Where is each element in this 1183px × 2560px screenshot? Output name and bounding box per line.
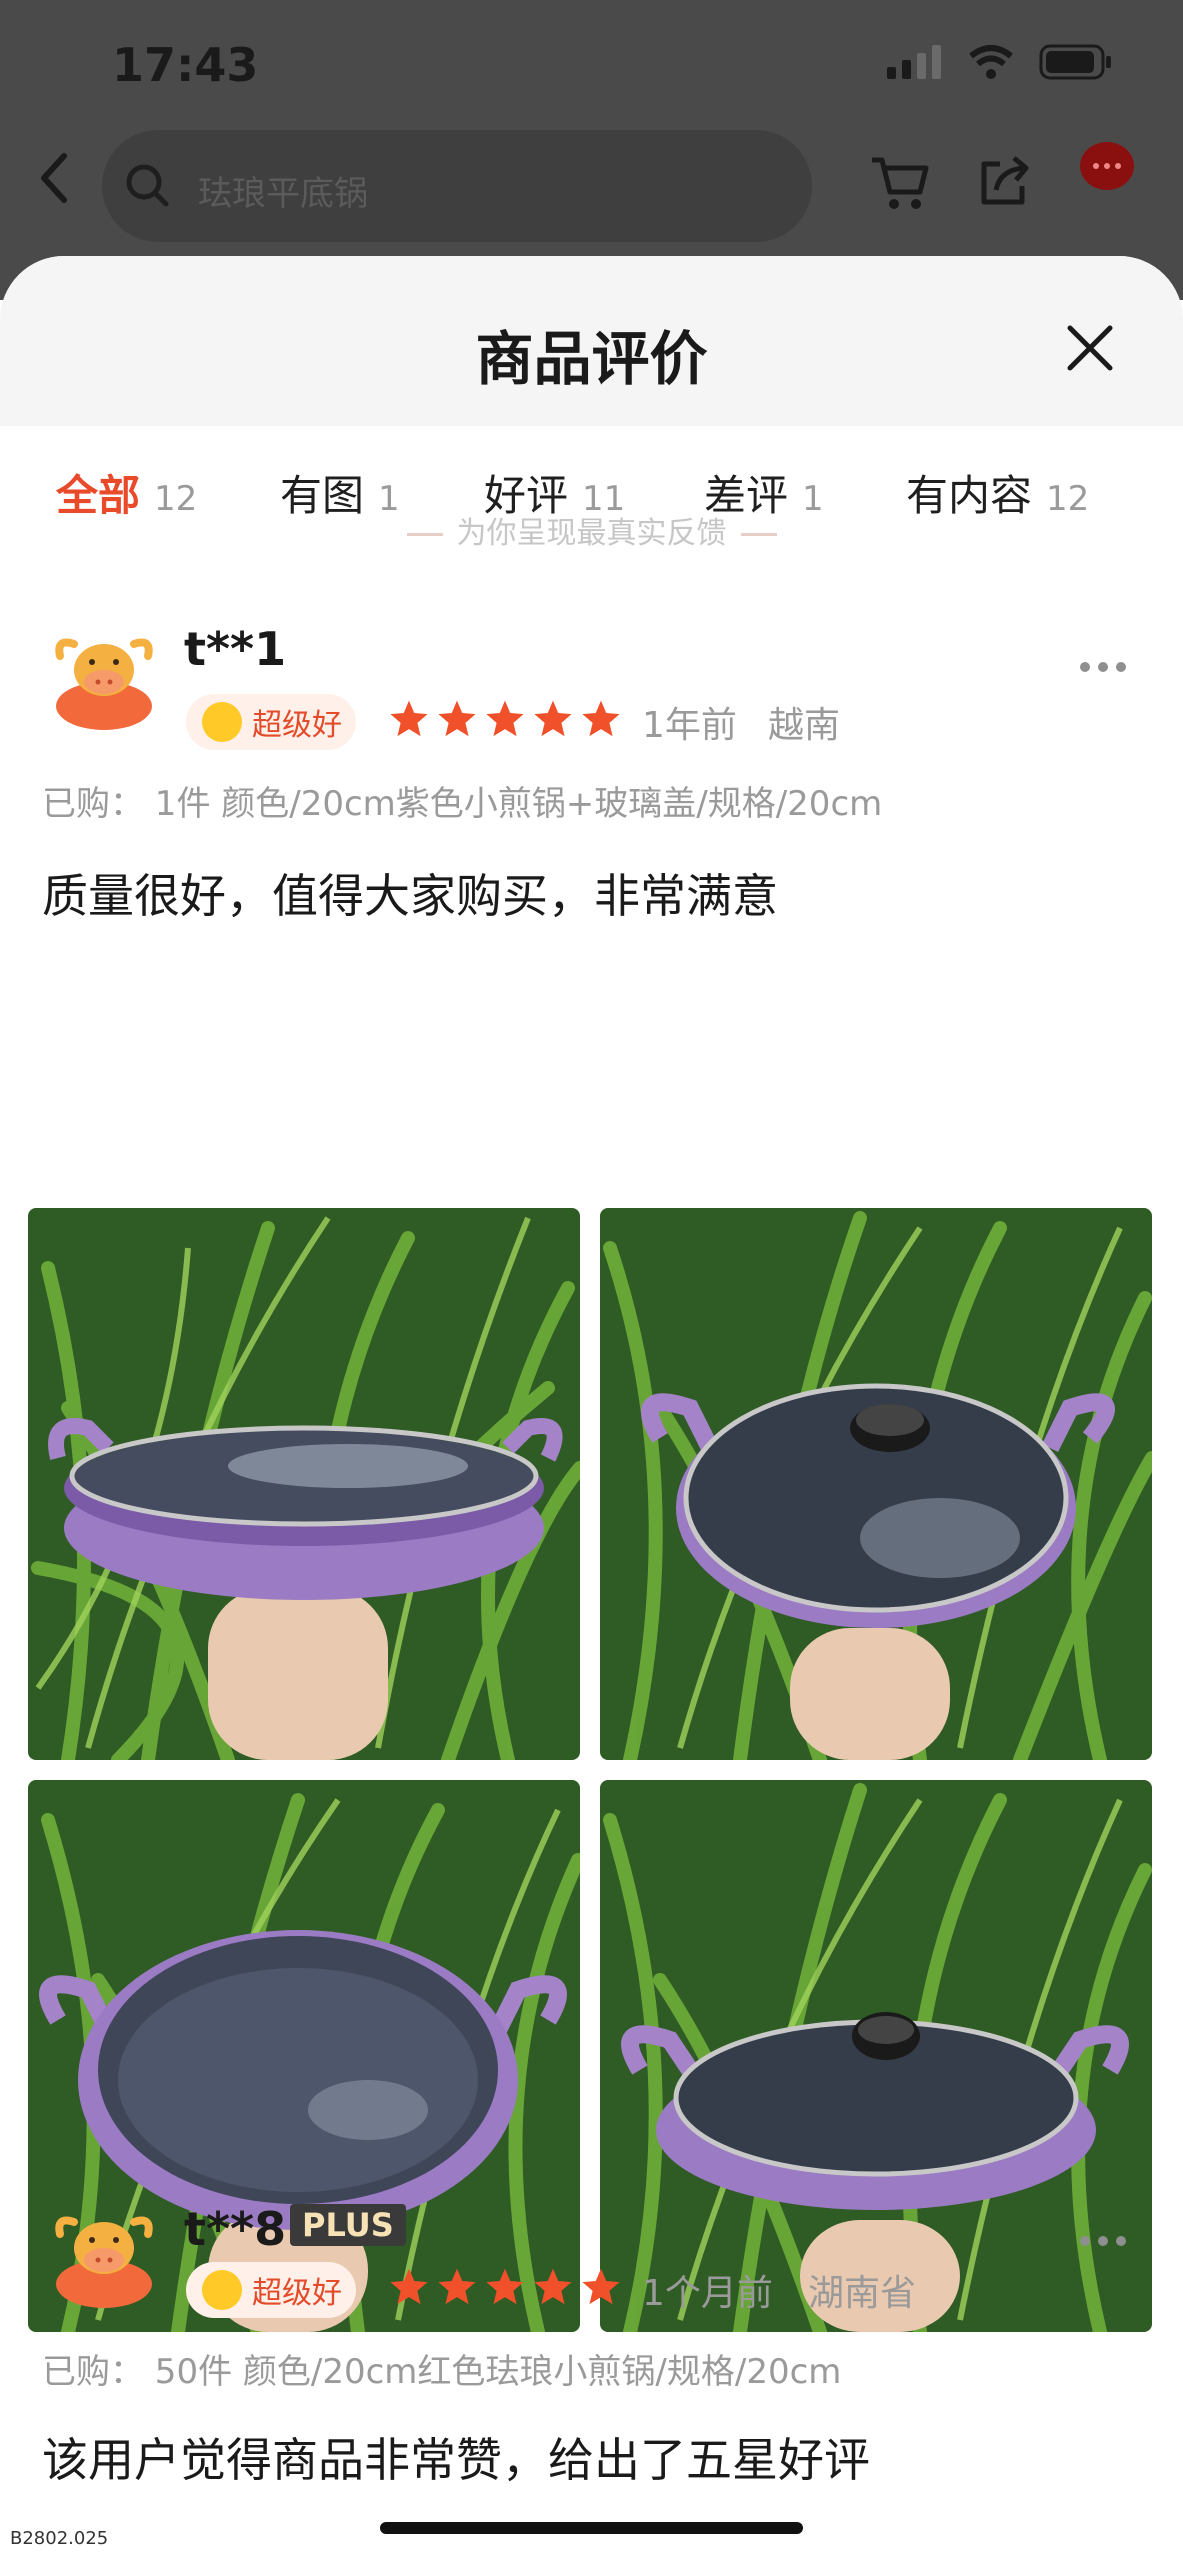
username: t**8 bbox=[184, 2202, 287, 2256]
more-button[interactable] bbox=[1080, 2236, 1126, 2246]
back-button[interactable] bbox=[34, 150, 94, 220]
home-indicator[interactable] bbox=[380, 2522, 803, 2534]
notice-text: 为你呈现最真实反馈 bbox=[456, 516, 727, 551]
search-icon bbox=[126, 164, 169, 207]
search-bar-row: 珐琅平底锅 bbox=[0, 130, 1183, 242]
search-input[interactable]: 珐琅平底锅 bbox=[102, 130, 812, 242]
back-icon bbox=[41, 153, 67, 203]
sheet-header: 商品评价 bbox=[0, 256, 1183, 426]
rating-badge-text: 超级好 bbox=[252, 2276, 342, 2311]
rating-badge-text: 超级好 bbox=[252, 708, 342, 743]
review-text: 质量很好，值得大家购买，非常满意 bbox=[42, 869, 778, 923]
review-text: 该用户觉得商品非常赞，给出了五星好评 bbox=[42, 2433, 870, 2487]
share-button[interactable] bbox=[974, 152, 1034, 216]
review-item: t**8 PLUS 超级好 1个月前 湖南省 已购： 50件 颜色/20cm红色… bbox=[0, 2202, 1183, 2560]
rating-badge: 超级好 bbox=[186, 2262, 356, 2318]
authenticity-notice: 为你呈现最真实反馈 bbox=[0, 508, 1183, 552]
star-icon bbox=[534, 2268, 572, 2305]
star-icon bbox=[582, 2268, 620, 2305]
message-button[interactable] bbox=[1080, 142, 1134, 190]
sheet-title: 商品评价 bbox=[475, 325, 708, 393]
signal-icon bbox=[887, 45, 941, 79]
username: t**1 bbox=[184, 622, 287, 676]
star-rating bbox=[388, 2266, 622, 2308]
message-icon bbox=[1093, 163, 1121, 169]
wifi-icon bbox=[969, 45, 1013, 79]
review-photo[interactable] bbox=[28, 1208, 580, 1760]
share-icon bbox=[981, 156, 1029, 205]
review-location: 湖南省 bbox=[808, 2273, 917, 2314]
review-time: 1个月前 bbox=[642, 2273, 773, 2314]
star-icon bbox=[534, 700, 572, 737]
star-rating bbox=[388, 698, 622, 740]
smile-icon bbox=[202, 702, 242, 742]
plus-member-badge: PLUS bbox=[290, 2204, 406, 2246]
reviews-sheet: 商品评价 全部 12 有图 1 好评 11 差评 1 有内容 12 为你呈现最真… bbox=[0, 256, 1183, 2560]
rating-badge: 超级好 bbox=[186, 694, 356, 750]
review-location: 越南 bbox=[768, 705, 841, 746]
review-time: 1年前 bbox=[642, 705, 737, 746]
star-icon bbox=[438, 700, 476, 737]
watermark: B2802.025 bbox=[10, 2528, 109, 2549]
star-icon bbox=[486, 700, 524, 737]
status-bar: 17:43 bbox=[0, 0, 1183, 130]
close-button[interactable] bbox=[1060, 318, 1120, 378]
review-item: t**1 超级好 1年前 越南 已购： 1件 颜色/20cm紫色小煎锅+玻璃盖/… bbox=[0, 616, 1183, 2332]
cart-icon bbox=[872, 157, 929, 209]
star-icon bbox=[438, 2268, 476, 2305]
background-page: 17:43 珐琅平底锅 bbox=[0, 0, 1183, 300]
star-icon bbox=[486, 2268, 524, 2305]
close-icon bbox=[1067, 325, 1113, 371]
more-button[interactable] bbox=[1080, 662, 1126, 672]
star-icon bbox=[582, 700, 620, 737]
avatar-icon bbox=[55, 638, 153, 730]
search-placeholder: 珐琅平底锅 bbox=[198, 174, 368, 214]
star-icon bbox=[390, 2268, 428, 2305]
star-icon bbox=[390, 700, 428, 737]
status-time: 17:43 bbox=[112, 38, 259, 92]
avatar-icon bbox=[55, 2216, 153, 2308]
purchase-info: 已购： 1件 颜色/20cm紫色小煎锅+玻璃盖/规格/20cm bbox=[42, 784, 883, 824]
review-photo[interactable] bbox=[600, 1208, 1152, 1760]
purchase-info: 已购： 50件 颜色/20cm红色珐琅小煎锅/规格/20cm bbox=[42, 2352, 842, 2392]
status-icons bbox=[887, 44, 1113, 80]
cart-button[interactable] bbox=[868, 152, 932, 216]
smile-icon bbox=[202, 2270, 242, 2310]
battery-icon bbox=[1039, 44, 1111, 80]
